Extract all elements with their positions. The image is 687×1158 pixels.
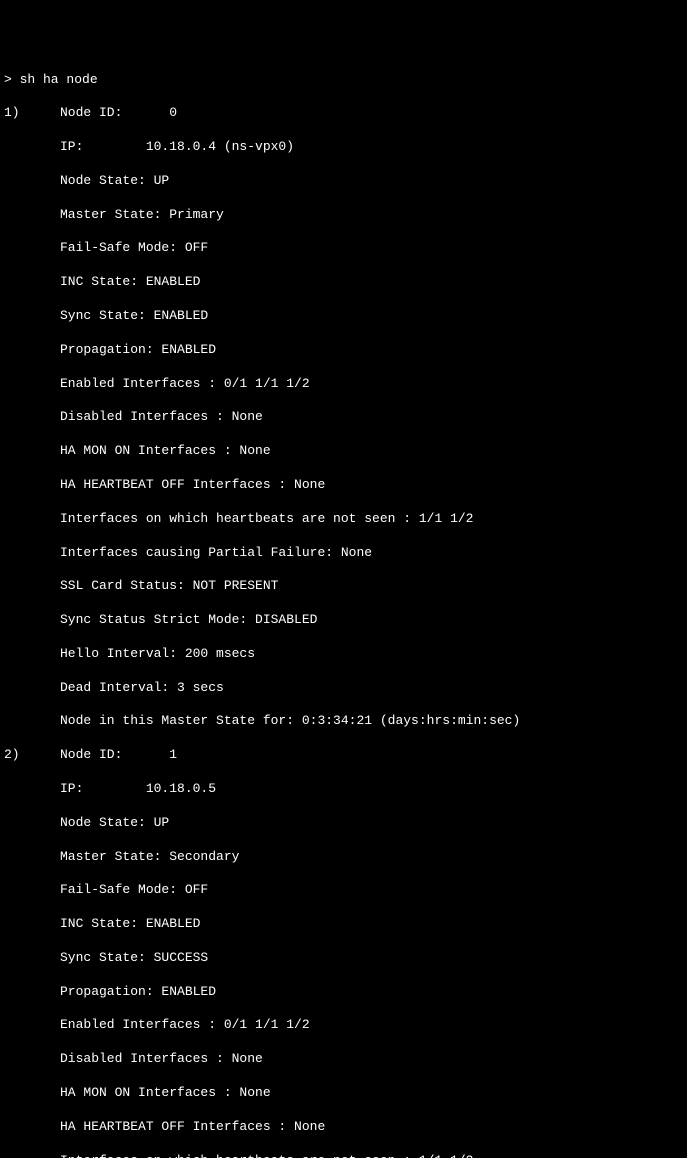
inc-state-line: INC State: ENABLED (4, 274, 683, 291)
node-state-line: Node State: UP (4, 173, 683, 190)
master-state-line: Master State: Primary (4, 207, 683, 224)
enabled-if-line: Enabled Interfaces : 0/1 1/1 1/2 (4, 376, 683, 393)
sync-state-line: Sync State: ENABLED (4, 308, 683, 325)
fail-safe-line: Fail-Safe Mode: OFF (4, 240, 683, 257)
node-id-line: Node ID: 1 (60, 747, 177, 762)
disabled-if-line: Disabled Interfaces : None (4, 1051, 683, 1068)
enabled-if-line: Enabled Interfaces : 0/1 1/1 1/2 (4, 1017, 683, 1034)
ha-mon-on-line: HA MON ON Interfaces : None (4, 1085, 683, 1102)
ip-line: IP: 10.18.0.5 (4, 781, 683, 798)
ip-line: IP: 10.18.0.4 (ns-vpx0) (4, 139, 683, 156)
ha-hb-off-line: HA HEARTBEAT OFF Interfaces : None (4, 477, 683, 494)
master-dur-line: Node in this Master State for: 0:3:34:21… (4, 713, 683, 730)
ssl-card-line: SSL Card Status: NOT PRESENT (4, 578, 683, 595)
sync-state-line: Sync State: SUCCESS (4, 950, 683, 967)
dead-int-line: Dead Interval: 3 secs (4, 680, 683, 697)
command-prompt: > sh ha node (4, 72, 683, 89)
disabled-if-line: Disabled Interfaces : None (4, 409, 683, 426)
node-entry: 1)Node ID: 0 (4, 105, 683, 122)
sync-strict-line: Sync Status Strict Mode: DISABLED (4, 612, 683, 629)
master-state-line: Master State: Secondary (4, 849, 683, 866)
partial-fail-line: Interfaces causing Partial Failure: None (4, 545, 683, 562)
no-hb-line: Interfaces on which heartbeats are not s… (4, 511, 683, 528)
ha-hb-off-line: HA HEARTBEAT OFF Interfaces : None (4, 1119, 683, 1136)
node-marker: 1) (4, 105, 60, 122)
node-id-line: Node ID: 0 (60, 105, 177, 120)
no-hb-line: Interfaces on which heartbeats are not s… (4, 1153, 683, 1158)
hello-int-line: Hello Interval: 200 msecs (4, 646, 683, 663)
fail-safe-line: Fail-Safe Mode: OFF (4, 882, 683, 899)
node-marker: 2) (4, 747, 60, 764)
inc-state-line: INC State: ENABLED (4, 916, 683, 933)
propagation-line: Propagation: ENABLED (4, 342, 683, 359)
ha-mon-on-line: HA MON ON Interfaces : None (4, 443, 683, 460)
node-entry: 2)Node ID: 1 (4, 747, 683, 764)
node-state-line: Node State: UP (4, 815, 683, 832)
propagation-line: Propagation: ENABLED (4, 984, 683, 1001)
